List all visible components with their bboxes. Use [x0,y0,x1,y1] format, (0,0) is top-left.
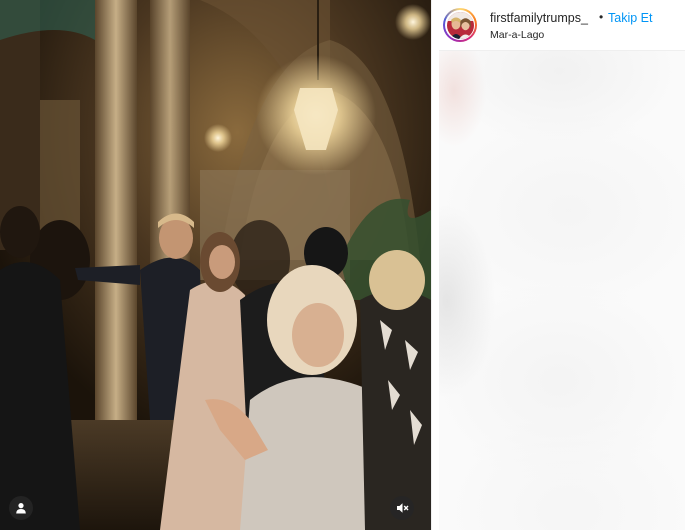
post-sidebar: firstfamilytrumps_ • Takip Et Mar-a-Lago [439,0,685,530]
post-header: firstfamilytrumps_ • Takip Et Mar-a-Lago [439,0,685,51]
avatar-image [446,11,474,39]
speaker-muted-icon [396,503,409,513]
user-tag-icon [16,503,26,514]
post-video[interactable] [0,0,431,530]
tagged-users-button[interactable] [9,496,33,520]
comments-area-blurred [439,51,685,530]
username-link[interactable]: firstfamilytrumps_ [490,11,588,25]
separator-dot: • [599,10,604,24]
follow-button[interactable]: Takip Et [608,11,652,25]
avatar[interactable] [443,8,477,42]
location-link[interactable]: Mar-a-Lago [490,29,544,41]
mute-toggle-button[interactable] [390,496,414,520]
avatar-border [445,10,475,40]
video-frame [0,0,431,530]
